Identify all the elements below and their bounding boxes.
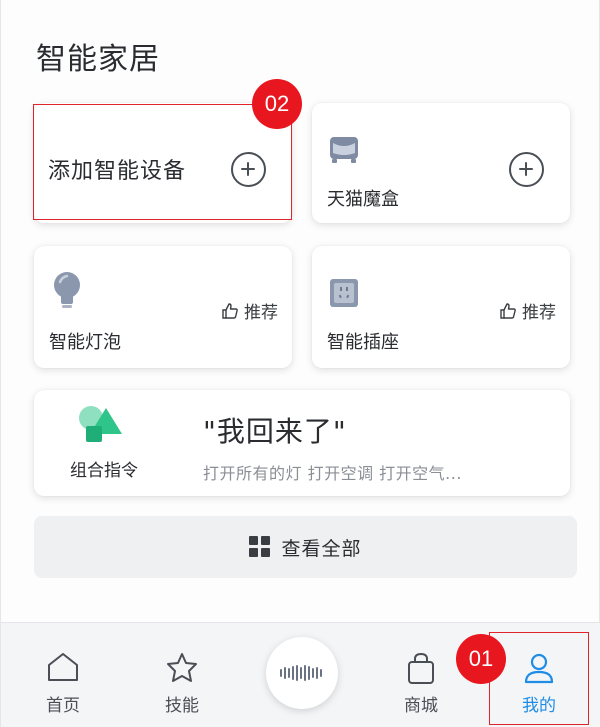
star-icon [167, 653, 197, 682]
bulb-icon [54, 272, 80, 308]
tab-shop-label: 商城 [404, 696, 438, 716]
socket-icon [330, 279, 358, 307]
highlight-add-device [33, 104, 292, 220]
tab-skill[interactable]: 技能 [132, 623, 232, 727]
socket-recommend-label: 推荐 [522, 303, 556, 323]
view-all-label: 查看全部 [281, 537, 362, 560]
smart-bulb-card[interactable]: 推荐 智能灯泡 [34, 246, 292, 368]
highlight-tab-me [489, 632, 589, 725]
tab-home[interactable]: 首页 [13, 623, 113, 727]
step-badge-02: 02 [252, 79, 302, 129]
bulb-recommend-button[interactable]: 推荐 [221, 298, 278, 323]
smart-home-screen: 智能家居 添加智能设备 天猫魔盒 推荐 智能灯泡 推荐 智能插座 组合指令 "我… [0, 0, 600, 727]
tmall-box-icon [330, 137, 358, 163]
step-badge-01: 01 [456, 634, 506, 684]
bulb-recommend-label: 推荐 [244, 303, 278, 323]
smart-socket-name: 智能插座 [327, 332, 399, 353]
home-icon [48, 653, 78, 681]
tmall-box-card[interactable]: 天猫魔盒 [312, 103, 570, 223]
combo-shapes-icon [79, 406, 122, 442]
smart-bulb-name: 智能灯泡 [49, 332, 121, 353]
bag-icon [408, 652, 434, 684]
voice-assistant-button[interactable] [266, 637, 338, 709]
socket-recommend-button[interactable]: 推荐 [499, 298, 556, 323]
add-tmall-plus-icon[interactable] [509, 152, 544, 187]
thumbs-up-icon [500, 302, 516, 319]
combo-command-subtitle: 打开所有的灯 打开空调 打开空气... [203, 464, 462, 483]
combo-command-label: 组合指令 [70, 461, 138, 481]
smart-socket-card[interactable]: 推荐 智能插座 [312, 246, 570, 368]
combo-command-card[interactable]: 组合指令 "我回来了" 打开所有的灯 打开空调 打开空气... [34, 390, 570, 496]
view-all-button[interactable]: 查看全部 [34, 516, 577, 578]
grid-icon [249, 536, 271, 558]
tab-home-label: 首页 [46, 696, 80, 716]
tmall-box-name: 天猫魔盒 [327, 189, 399, 210]
section-title: 智能家居 [36, 42, 160, 77]
tab-skill-label: 技能 [165, 696, 199, 716]
voice-wave-icon [280, 665, 322, 681]
tab-shop[interactable]: 商城 [371, 623, 471, 727]
combo-command-title: "我回来了" [203, 415, 347, 448]
thumbs-up-icon [222, 302, 238, 319]
